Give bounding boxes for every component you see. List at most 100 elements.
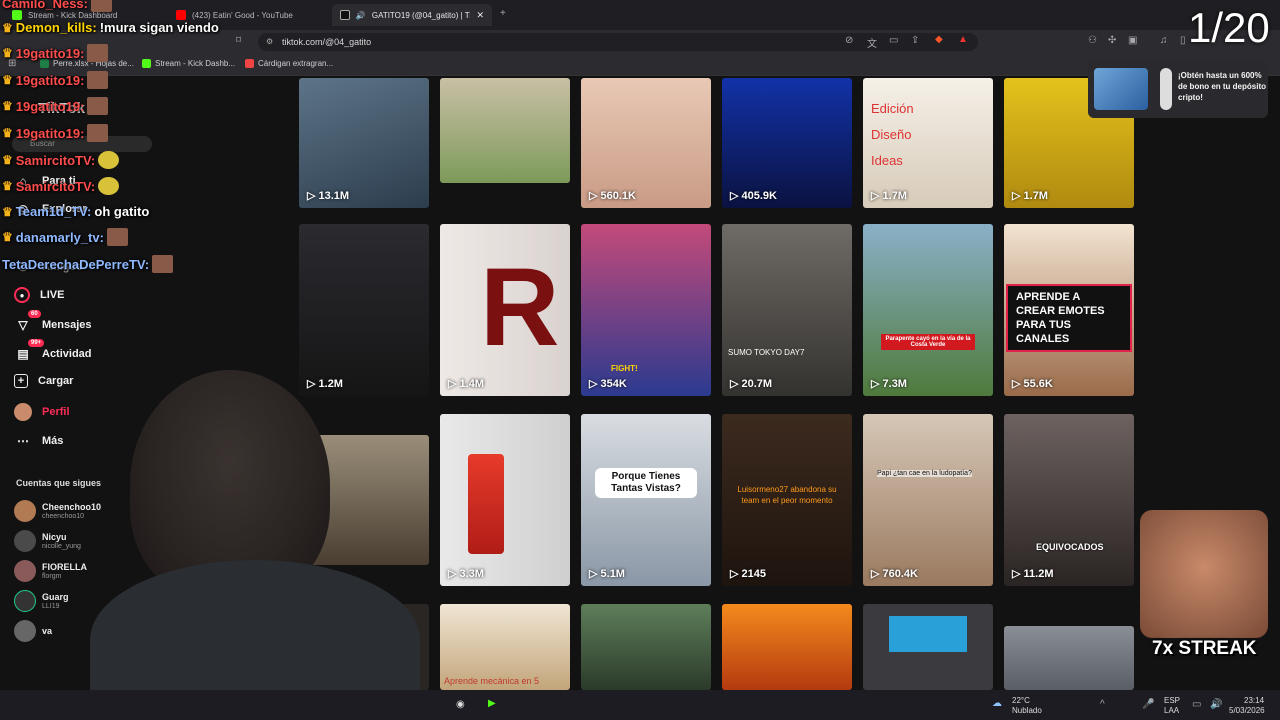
chat-user: 19gatito19: bbox=[15, 125, 85, 141]
chat-message: !mura sigan viendo bbox=[99, 20, 219, 35]
video-card[interactable]: ▷ 13.1M bbox=[299, 78, 429, 208]
video-card[interactable]: Porque Tienes Tantas Vistas? ▷ 5.1M bbox=[581, 414, 711, 586]
chat-line: ♛ Team1d_TV: oh gatito bbox=[2, 204, 149, 219]
chat-user: Demon_kills: bbox=[15, 20, 97, 35]
chat-user: SamircitoTV: bbox=[15, 152, 96, 168]
chat-line: ♛ 19gatito19: bbox=[2, 124, 109, 142]
chat-user: SamircitoTV: bbox=[15, 178, 96, 194]
close-icon[interactable]: ✕ bbox=[476, 10, 484, 21]
view-count: ▷ 5.1M bbox=[589, 568, 625, 580]
eye-off-icon[interactable]: ⊘ bbox=[845, 35, 853, 46]
chat-line: ♛ Demon_kills: !mura sigan viendo bbox=[2, 20, 219, 35]
slider-icon bbox=[1160, 68, 1172, 110]
site-info-icon[interactable]: ⚙ bbox=[266, 33, 273, 51]
emote-icon bbox=[98, 177, 120, 195]
video-card[interactable]: Luisormeno27 abandona su team en el peor… bbox=[722, 414, 852, 586]
tab-tiktok[interactable]: 🔊 GATITO19 (@04_gatito) | TikT ✕ bbox=[332, 4, 492, 26]
following-item[interactable]: va bbox=[14, 620, 52, 642]
sidebar-toggle-icon[interactable]: ▯ bbox=[1180, 35, 1186, 46]
share-icon[interactable]: ⇪ bbox=[911, 35, 919, 46]
video-card[interactable]: Papi ¿tan cae en la ludopatía? ▷ 760.4K bbox=[863, 414, 993, 586]
nav-live[interactable]: ● LIVE bbox=[14, 287, 64, 303]
chip-bag-graphic bbox=[468, 454, 504, 554]
video-card[interactable]: FIGHT! ▷ 354K bbox=[581, 224, 711, 396]
volume-icon[interactable]: 🔊 bbox=[1210, 699, 1222, 710]
puzzle-icon[interactable]: ✣ bbox=[1108, 35, 1116, 46]
video-card[interactable]: ▷ 560.1K bbox=[581, 78, 711, 208]
following-item[interactable]: Guarg LLI19 bbox=[14, 590, 69, 612]
video-card[interactable]: Parapente cayó en la vía de la Costa Ver… bbox=[863, 224, 993, 396]
promo-banner[interactable]: ¡Obtén hasta un 600% de bono en tu depós… bbox=[1088, 60, 1268, 118]
chat-user: TetaDerechaDePerreTV: bbox=[2, 256, 150, 272]
tiktok-icon bbox=[340, 10, 350, 20]
media-icon[interactable]: ♫ bbox=[1160, 35, 1168, 46]
video-card[interactable]: ▷ 1.2M bbox=[299, 224, 429, 396]
view-count: ▷ 560.1K bbox=[589, 190, 636, 202]
video-caption: Porque Tienes Tantas Vistas? bbox=[595, 468, 697, 498]
video-card[interactable] bbox=[1004, 626, 1134, 690]
view-count: ▷ 760.4K bbox=[871, 568, 918, 580]
chat-user: danamarly_tv: bbox=[15, 229, 104, 245]
bookmark-item[interactable]: Stream - Kick Dashb... bbox=[142, 59, 235, 68]
mic-icon[interactable]: 🎤 bbox=[1142, 699, 1154, 710]
video-card[interactable] bbox=[581, 604, 711, 690]
bookmark-item[interactable]: Cárdigan extragran... bbox=[245, 59, 333, 68]
avatar bbox=[14, 560, 36, 582]
video-caption: EQUIVOCADOS bbox=[1036, 542, 1104, 552]
cast-icon[interactable]: ▭ bbox=[889, 35, 898, 46]
nav-actividad[interactable]: ▤ 99+ Actividad bbox=[14, 339, 92, 363]
video-card[interactable]: ▷ 1M bbox=[440, 78, 570, 183]
more-icon: ⋯ bbox=[17, 434, 29, 448]
video-card[interactable] bbox=[863, 604, 993, 690]
nav-perfil[interactable]: Perfil bbox=[14, 403, 70, 421]
following-title: Cuentas que sigues bbox=[16, 478, 102, 488]
lang-layout: LAA bbox=[1164, 706, 1180, 715]
laughing-face-emote bbox=[1140, 510, 1268, 638]
nav-mas[interactable]: ⋯ Más bbox=[14, 432, 63, 450]
video-caption: Luisormeno27 abandona su team en el peor… bbox=[737, 485, 837, 505]
youtube-icon bbox=[176, 10, 186, 20]
video-card[interactable]: ▷ 405.9K bbox=[722, 78, 852, 208]
following-item[interactable]: FIORELLA florgm bbox=[14, 560, 87, 582]
avatar bbox=[14, 590, 36, 612]
view-count: ▷ 11.2M bbox=[1012, 568, 1054, 580]
clock-time[interactable]: 23:14 bbox=[1244, 696, 1264, 706]
avatar bbox=[14, 620, 36, 642]
crown-icon: ♛ bbox=[2, 153, 13, 167]
lang-code[interactable]: ESP bbox=[1164, 696, 1180, 706]
screen: { "browser": { "tabs": [ {"label": "Stre… bbox=[0, 0, 1280, 720]
chat-user: 19gatito19: bbox=[15, 45, 85, 61]
following-item[interactable]: Cheenchoo10 cheenchoo10 bbox=[14, 500, 101, 522]
crown-icon: ♛ bbox=[2, 204, 13, 219]
video-card[interactable]: ▷ 3.3M bbox=[440, 414, 570, 586]
video-card[interactable]: SUMO TOKYO DAY7 ▷ 20.7M bbox=[722, 224, 852, 396]
download-icon[interactable]: ▣ bbox=[1128, 35, 1137, 46]
video-card[interactable]: EQUIVOCADOS ▷ 11.2M bbox=[1004, 414, 1134, 586]
network-icon[interactable]: ▭ bbox=[1192, 699, 1201, 710]
translate-icon[interactable]: 文 bbox=[867, 35, 877, 50]
video-caption: Papi ¿tan cae en la ludopatía? bbox=[877, 470, 972, 477]
video-card[interactable]: Aprende mecánica en 5 bbox=[440, 604, 570, 690]
chevron-up-icon[interactable]: ^ bbox=[1100, 699, 1105, 710]
video-card[interactable]: R ▷ 1.4M bbox=[440, 224, 570, 396]
play-icon[interactable]: ▶ bbox=[488, 698, 496, 709]
bookmark-icon[interactable]: ⌑ bbox=[236, 35, 241, 46]
obs-icon[interactable]: ◉ bbox=[456, 699, 465, 710]
crown-icon: ♛ bbox=[2, 46, 13, 60]
nav-mensajes[interactable]: ▽ 60 Mensajes bbox=[14, 310, 92, 334]
view-count: ▷ 1.7M bbox=[1012, 190, 1048, 202]
emote-icon bbox=[106, 228, 128, 246]
chat-line: TetaDerechaDePerreTV: bbox=[2, 255, 174, 273]
new-tab-icon[interactable]: + bbox=[500, 8, 506, 19]
video-card[interactable]: Edición Diseño Ideas ▷ 1.7M bbox=[863, 78, 993, 208]
brave-shield-icon[interactable]: ◆ bbox=[935, 34, 943, 45]
rewards-icon[interactable]: ▲ bbox=[958, 34, 968, 45]
speaker-icon: 🔊 bbox=[355, 10, 366, 20]
emote-icon bbox=[90, 0, 112, 12]
extension-icon[interactable]: ⚇ bbox=[1088, 35, 1097, 46]
following-item[interactable]: Nicyu nicolle_yung bbox=[14, 530, 81, 552]
nav-cargar[interactable]: + Cargar bbox=[14, 374, 73, 388]
video-card[interactable]: APRENDE A CREAR EMOTES PARA TUS CANALES … bbox=[1004, 224, 1134, 396]
emote-icon bbox=[152, 255, 174, 273]
video-card[interactable] bbox=[722, 604, 852, 690]
